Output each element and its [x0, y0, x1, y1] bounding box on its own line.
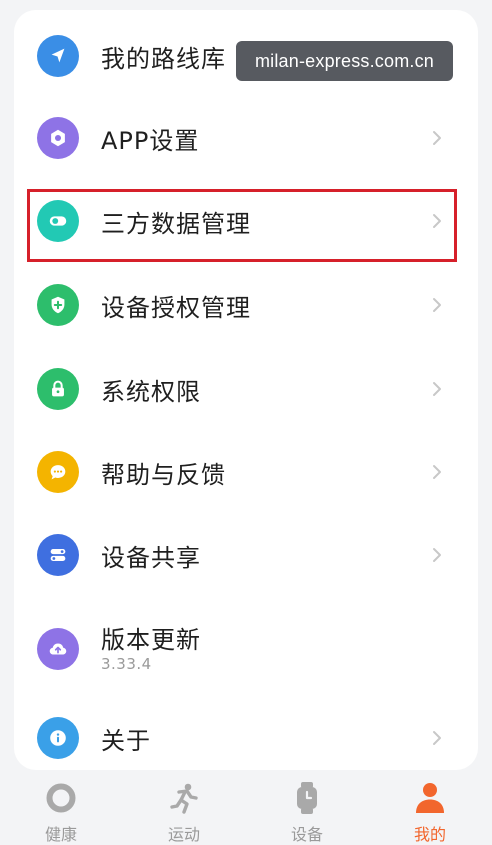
- menu-item-label: 我的路线库: [101, 44, 226, 73]
- settings-hexagon-icon: [37, 117, 79, 159]
- cloud-upload-icon: [37, 628, 79, 670]
- chevron-right-icon: [432, 297, 442, 313]
- screen: 我的路线库 APP设置 三方数据管理 设备授权管理 系统权限 帮助与反馈 设备共…: [0, 0, 492, 844]
- tab-exercise[interactable]: 运动: [134, 770, 234, 844]
- menu-item-label: 设备授权管理: [101, 293, 251, 322]
- menu-item-about[interactable]: 关于: [28, 697, 458, 779]
- menu-item-label: APP设置: [101, 126, 200, 155]
- running-person-icon: [166, 780, 202, 816]
- highlight-box: [27, 189, 457, 262]
- menu-item-version-update[interactable]: 版本更新 3.33.4: [28, 603, 458, 695]
- menu-item-label: 版本更新: [101, 626, 201, 654]
- tab-label: 运动: [167, 825, 200, 844]
- menu-item-label: 设备共享: [101, 543, 201, 572]
- tab-label: 健康: [44, 825, 77, 844]
- shield-plus-icon: [37, 284, 79, 326]
- menu-item-label: 关于: [101, 726, 151, 755]
- chevron-right-icon: [432, 547, 442, 563]
- share-toggles-icon: [37, 534, 79, 576]
- tab-label: 设备: [290, 825, 323, 844]
- menu-item-label: 帮助与反馈: [101, 460, 226, 489]
- info-icon: [37, 717, 79, 759]
- menu-item-app-settings[interactable]: APP设置: [28, 97, 458, 179]
- watermark-badge: milan-express.com.cn: [236, 41, 453, 81]
- tab-device[interactable]: 设备: [257, 770, 357, 844]
- tab-label: 我的: [413, 825, 446, 844]
- menu-item-device-sharing[interactable]: 设备共享: [28, 514, 458, 596]
- person-icon: [412, 780, 448, 816]
- chevron-right-icon: [432, 381, 442, 397]
- version-number: 3.33.4: [101, 655, 152, 673]
- menu-item-label: 系统权限: [101, 377, 201, 406]
- watch-icon: [289, 780, 325, 816]
- menu-item-help-feedback[interactable]: 帮助与反馈: [28, 431, 458, 513]
- chevron-right-icon: [432, 130, 442, 146]
- tab-mine[interactable]: 我的: [380, 770, 480, 844]
- chevron-right-icon: [432, 730, 442, 746]
- ring-icon: [43, 780, 79, 816]
- bottom-tab-bar: 健康 运动 设备 我的: [0, 770, 492, 844]
- chat-bubble-icon: [37, 451, 79, 493]
- chevron-right-icon: [432, 464, 442, 480]
- navigation-arrow-icon: [37, 35, 79, 77]
- tab-health[interactable]: 健康: [11, 770, 111, 844]
- menu-item-device-authorization[interactable]: 设备授权管理: [28, 264, 458, 346]
- lock-icon: [37, 368, 79, 410]
- menu-item-system-permissions[interactable]: 系统权限: [28, 348, 458, 430]
